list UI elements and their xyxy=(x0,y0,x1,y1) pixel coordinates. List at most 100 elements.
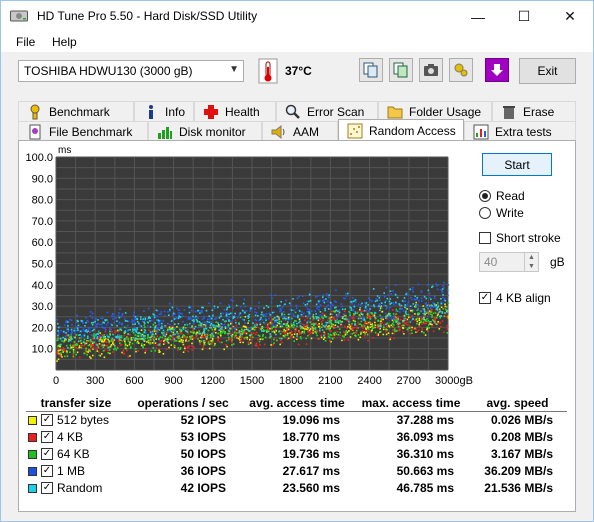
data-point-1-mb xyxy=(156,315,158,318)
menu-file[interactable]: File xyxy=(16,35,35,49)
stepper-arrows-icon[interactable]: ▲ ▼ xyxy=(524,253,538,271)
series-visible-checkbox[interactable]: ✓ xyxy=(41,482,53,494)
data-point-512-bytes xyxy=(284,330,287,332)
data-point-4-kb xyxy=(311,328,313,330)
data-point-64-kb xyxy=(402,321,404,323)
tab-error-scan[interactable]: Error Scan xyxy=(276,101,378,121)
data-point-random xyxy=(415,306,417,308)
data-point-1-mb xyxy=(56,318,58,321)
data-point-random xyxy=(249,307,252,310)
data-point-random xyxy=(217,322,219,324)
data-point-512-bytes xyxy=(143,344,146,346)
close-button[interactable]: ✕ xyxy=(547,1,593,32)
align-checkbox[interactable]: ✓ 4 KB align xyxy=(479,291,551,305)
data-point-random xyxy=(188,306,190,309)
series-visible-checkbox[interactable]: ✓ xyxy=(41,448,53,460)
data-point-1-mb xyxy=(295,307,298,309)
data-point-512-bytes xyxy=(390,324,393,327)
read-radio[interactable]: Read xyxy=(479,189,525,203)
exit-button[interactable]: Exit xyxy=(519,58,576,84)
data-point-random xyxy=(149,336,151,339)
data-point-random xyxy=(354,311,357,313)
data-point-random xyxy=(274,319,276,322)
series-visible-checkbox[interactable]: ✓ xyxy=(41,431,53,443)
data-point-random xyxy=(233,316,236,318)
data-point-512-bytes xyxy=(391,332,394,335)
short-stroke-checkbox[interactable]: Short stroke xyxy=(479,231,561,245)
series-visible-checkbox[interactable]: ✓ xyxy=(41,465,53,477)
copy-info-button[interactable] xyxy=(359,58,383,82)
data-point-64-kb xyxy=(209,334,212,337)
data-point-512-bytes xyxy=(92,354,94,357)
screenshot-button[interactable] xyxy=(419,58,443,82)
tab-random-access[interactable]: Random Access xyxy=(338,119,464,141)
tab-benchmark[interactable]: Benchmark xyxy=(18,101,134,121)
data-point-4-kb xyxy=(364,330,367,333)
tab-extra-tests[interactable]: Extra tests xyxy=(464,121,576,141)
data-point-4-kb xyxy=(96,348,98,350)
minimize-button[interactable]: — xyxy=(455,1,501,32)
data-point-random xyxy=(315,303,318,306)
data-point-1-mb xyxy=(115,317,117,319)
data-point-random xyxy=(325,324,328,326)
data-point-random xyxy=(184,329,187,332)
copy-screenshot-button[interactable] xyxy=(389,58,413,82)
data-point-1-mb xyxy=(134,327,137,329)
data-point-random xyxy=(281,312,283,315)
data-point-64-kb xyxy=(327,335,330,338)
data-point-random xyxy=(312,313,315,316)
data-point-64-kb xyxy=(224,332,227,334)
menu-help[interactable]: Help xyxy=(52,35,77,49)
row-speed: 0.208 MB/s xyxy=(490,430,553,444)
data-point-random xyxy=(79,330,82,333)
data-point-random xyxy=(116,324,118,327)
tab-erase[interactable]: Erase xyxy=(492,101,576,121)
tab-file-benchmark[interactable]: File Benchmark xyxy=(18,121,148,141)
data-point-4-kb xyxy=(421,328,423,330)
data-point-random xyxy=(161,325,163,328)
start-button[interactable]: Start xyxy=(482,153,552,176)
data-point-4-kb xyxy=(304,319,306,321)
data-point-1-mb xyxy=(355,301,357,303)
tab-aam[interactable]: AAM xyxy=(262,121,338,141)
tab-disk-monitor[interactable]: Disk monitor xyxy=(148,121,262,141)
data-point-random xyxy=(439,315,441,317)
data-point-random xyxy=(94,320,96,323)
data-point-1-mb xyxy=(193,322,195,325)
write-radio[interactable]: Write xyxy=(479,206,524,220)
options-button[interactable] xyxy=(449,58,473,82)
tab-info[interactable]: Info xyxy=(134,101,194,121)
drive-select[interactable]: TOSHIBA HDWU130 (3000 gB) ▼ xyxy=(18,60,244,82)
data-point-4-kb xyxy=(160,339,163,342)
data-point-4-kb xyxy=(171,336,174,339)
data-point-1-mb xyxy=(406,294,409,296)
data-point-64-kb xyxy=(147,335,149,338)
data-point-4-kb xyxy=(201,335,204,337)
data-point-1-mb xyxy=(188,318,191,320)
data-point-64-kb xyxy=(98,354,101,357)
data-point-random xyxy=(132,323,134,326)
data-point-64-kb xyxy=(148,342,151,345)
data-point-1-mb xyxy=(99,323,101,326)
data-point-random xyxy=(138,332,141,334)
data-point-1-mb xyxy=(198,326,200,329)
data-point-random xyxy=(124,312,127,314)
series-visible-checkbox[interactable]: ✓ xyxy=(41,414,53,427)
tab-health[interactable]: Health xyxy=(194,101,276,121)
data-point-random xyxy=(228,306,231,308)
tab-folder-usage[interactable]: Folder Usage xyxy=(378,101,492,121)
data-point-1-mb xyxy=(258,306,260,309)
data-point-4-kb xyxy=(298,343,300,346)
data-point-4-kb xyxy=(302,315,304,318)
data-point-4-kb xyxy=(414,319,416,321)
data-point-1-mb xyxy=(402,310,405,312)
maximize-button[interactable]: ☐ xyxy=(501,1,547,32)
data-point-random xyxy=(82,341,85,343)
short-stroke-stepper[interactable]: 40 ▲ ▼ xyxy=(479,252,539,272)
data-point-random xyxy=(206,320,209,323)
save-button[interactable] xyxy=(485,58,509,82)
data-point-1-mb xyxy=(64,335,67,338)
data-point-1-mb xyxy=(219,302,222,305)
data-point-64-kb xyxy=(282,317,284,320)
data-point-1-mb xyxy=(302,323,304,326)
